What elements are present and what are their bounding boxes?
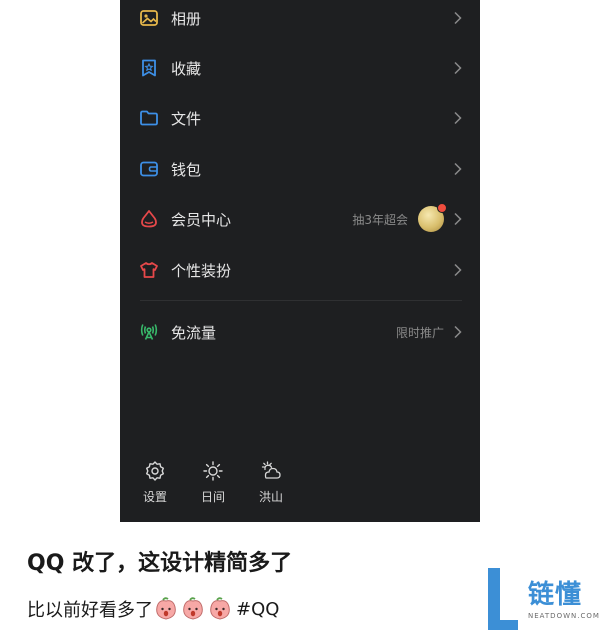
peach-emoji-icon [210,597,230,620]
menu-item-wallet[interactable]: 钱包 [120,144,480,194]
menu-divider [140,300,462,301]
chevron-right-icon [454,212,462,226]
menu-item-label: 文件 [171,109,202,128]
peach-emoji-icon [156,597,176,620]
post-body: 比以前好看多了 #QQ [27,596,279,622]
chevron-right-icon [454,11,462,25]
day-mode-label: 日间 [200,490,225,504]
logo-l-mark-foot [488,620,518,630]
weather-icon [261,461,281,479]
menu-item-files[interactable]: 文件 [120,93,480,143]
post-body-text: 比以前好看多了 [27,600,153,621]
day-mode-button[interactable]: 日间 [193,460,233,505]
shirt-icon [140,262,158,278]
photo-icon [140,10,158,26]
watermark-logo: 链懂 NEATDOWN.COM [488,568,600,634]
menu-item-favorites[interactable]: 收藏 [120,43,480,93]
chevron-right-icon [454,325,462,339]
qq-drawer-panel: 相册 收藏 文件 钱包 会员中心 抽3年超会 个性装扮 免流量 限时推广 设置 … [120,0,480,522]
logo-site: NEATDOWN.COM [528,612,600,620]
hashtag-link[interactable]: #QQ [236,599,279,620]
chevron-right-icon [454,111,462,125]
menu-item-label: 个性装扮 [171,261,232,280]
menu-item-label: 收藏 [171,59,202,78]
sun-icon [203,461,223,481]
menu-item-album[interactable]: 相册 [120,0,480,43]
peach-emoji-icon [183,597,203,620]
chevron-right-icon [454,263,462,277]
wallet-icon [140,161,158,177]
menu-item-label: 免流量 [171,323,217,342]
vip-icon [141,210,157,228]
favorite-icon [142,59,156,77]
menu-item-label: 会员中心 [171,210,232,229]
weather-button[interactable]: 洪山 [251,460,291,505]
weather-location-label: 洪山 [258,490,283,504]
menu-item-personalize[interactable]: 个性装扮 [120,245,480,295]
gear-icon [146,461,164,481]
free-data-hint: 限时推广 [395,325,444,340]
post-title: QQ 改了，这设计精简多了 [27,551,293,576]
notification-dot [437,203,447,213]
chevron-right-icon [454,61,462,75]
menu-item-free-data[interactable]: 免流量 限时推广 [120,307,480,357]
signal-icon [140,324,158,340]
settings-button[interactable]: 设置 [135,460,175,505]
logo-name: 链懂 [528,580,583,610]
folder-icon [140,110,158,126]
coin-badge-icon [418,203,447,232]
menu-item-label: 相册 [171,9,202,28]
chevron-right-icon [454,162,462,176]
settings-label: 设置 [142,490,167,504]
menu-item-label: 钱包 [171,160,202,179]
menu-item-vip-center[interactable]: 会员中心 抽3年超会 [120,194,480,244]
vip-promo-hint: 抽3年超会 [352,212,408,227]
